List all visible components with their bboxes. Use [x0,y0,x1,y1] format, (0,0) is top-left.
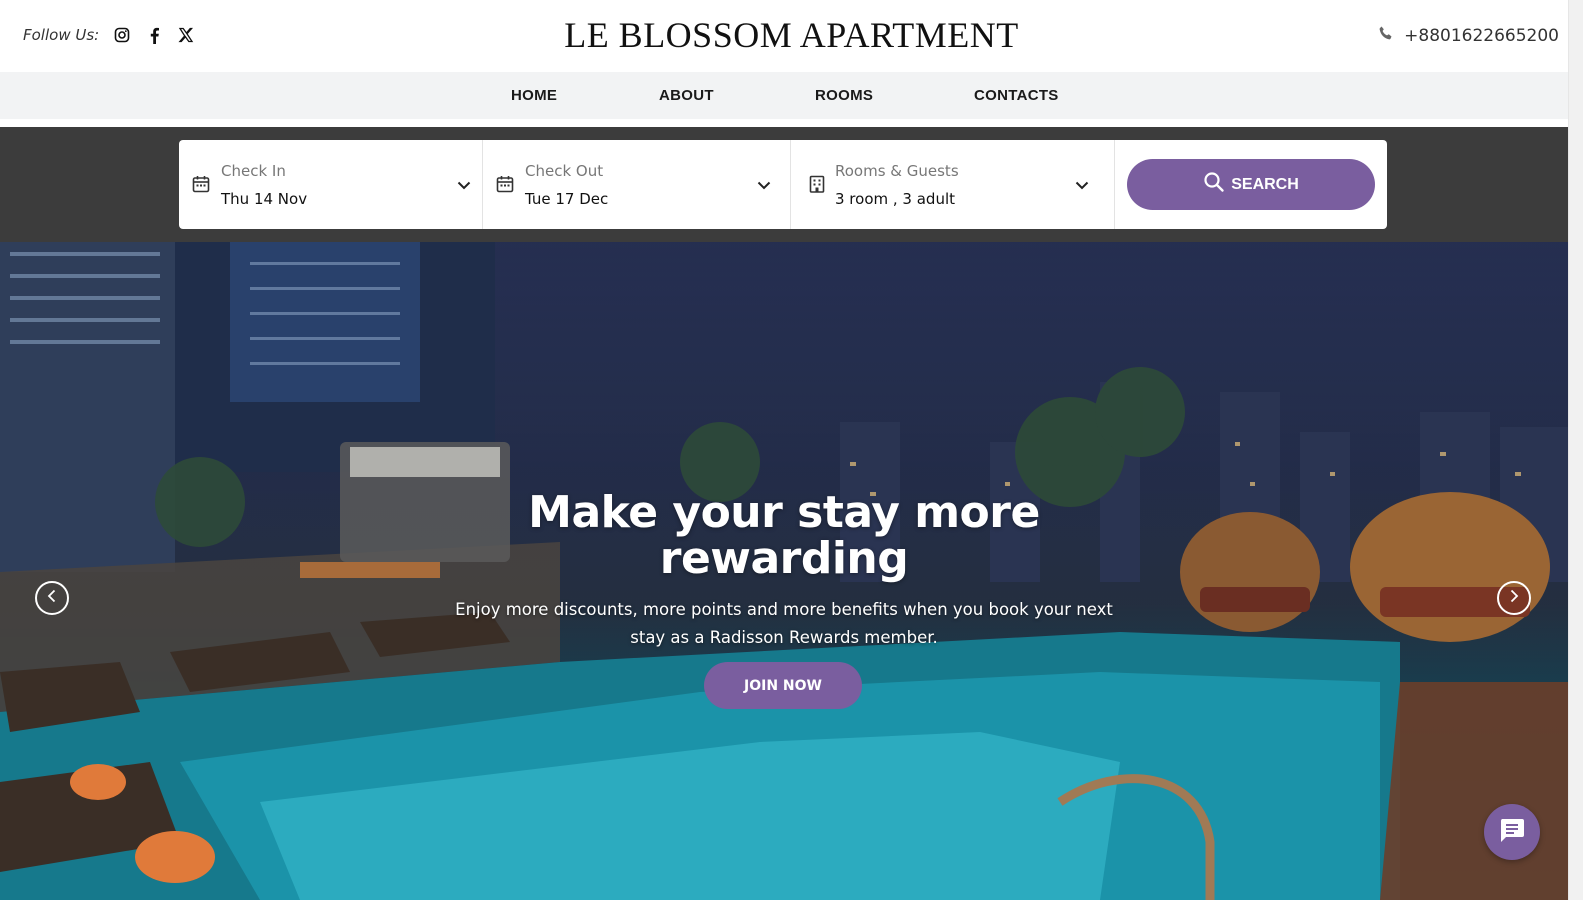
chevron-down-icon [756,177,772,193]
check-out-label: Check Out [525,162,604,180]
chevron-down-icon [456,177,472,193]
phone-icon [1378,25,1394,46]
hero-title-line: Make your stay more [528,487,1040,538]
page-scrollbar[interactable] [1568,0,1583,900]
phone-contact[interactable]: +8801622665200 [1378,25,1559,46]
chat-icon [1498,816,1526,849]
search-button[interactable]: SEARCH [1127,159,1375,210]
nav-item-contacts[interactable]: CONTACTS [974,87,1059,104]
check-in-value: Thu 14 Nov [221,190,308,208]
hero-subtitle-line: Enjoy more discounts, more points and mo… [455,600,1113,619]
phone-number: +8801622665200 [1404,25,1559,46]
rooms-guests-field[interactable]: Rooms & Guests 3 room , 3 adult [791,140,1115,229]
rooms-guests-value: 3 room , 3 adult [835,190,955,208]
calendar-icon [496,175,514,193]
check-out-value: Tue 17 Dec [525,190,609,208]
top-header: Follow Us: LE BLOSSOM APARTMENT +8801622… [0,0,1583,72]
check-in-field[interactable]: Check In Thu 14 Nov [179,140,483,229]
main-nav: HOME ABOUT ROOMS CONTACTS [0,72,1568,119]
hero-banner: Make your stay more rewarding Enjoy more… [0,242,1568,900]
hero-subtitle-line: stay as a Radisson Rewards member. [630,628,938,647]
nav-item-rooms[interactable]: ROOMS [815,87,873,104]
chat-button[interactable] [1484,804,1540,860]
search-label: SEARCH [1231,175,1299,193]
nav-item-home[interactable]: HOME [511,87,557,104]
join-now-button[interactable]: JOIN NOW [704,662,862,709]
building-icon [808,175,826,193]
hero-title: Make your stay more rewarding [400,490,1168,582]
carousel-next-button[interactable] [1497,581,1531,615]
carousel-prev-button[interactable] [35,581,69,615]
chevron-down-icon [1074,177,1090,193]
nav-item-about[interactable]: ABOUT [659,87,714,104]
calendar-icon [192,175,210,193]
hero-subtitle: Enjoy more discounts, more points and mo… [440,596,1128,652]
rooms-guests-label: Rooms & Guests [835,162,959,180]
hero-title-line: rewarding [659,533,909,584]
check-in-label: Check In [221,162,286,180]
check-out-field[interactable]: Check Out Tue 17 Dec [483,140,791,229]
chevron-left-icon [45,589,59,608]
search-icon [1203,171,1225,198]
site-brand[interactable]: LE BLOSSOM APARTMENT [0,14,1583,56]
chevron-right-icon [1507,589,1521,608]
